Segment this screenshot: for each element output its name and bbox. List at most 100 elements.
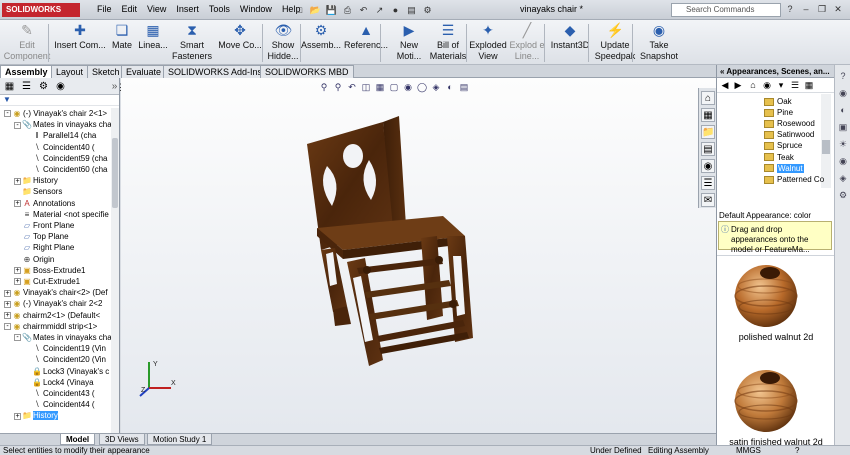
tree-item[interactable]: ∖ Coincident60 (cha	[0, 164, 112, 175]
tab-evaluate[interactable]: Evaluate	[121, 65, 167, 78]
list-view-icon[interactable]: ☰	[789, 79, 801, 91]
print-icon[interactable]: ⎙	[340, 3, 355, 17]
tab-addins[interactable]: SOLIDWORKS Add-Ins	[163, 65, 268, 78]
restore-icon[interactable]: ❐	[816, 3, 828, 16]
cmd-explode-line-button[interactable]: ╱ Explod e Line...	[508, 20, 546, 65]
menu-tools[interactable]: Tools	[204, 0, 235, 20]
sidebar-render-icon[interactable]: ◈	[837, 172, 849, 184]
dropdown-icon[interactable]: ▾	[775, 79, 787, 91]
tree-item[interactable]: - ◉ chairmmiddl strip<1>	[0, 321, 112, 332]
tree-item[interactable]: + ◉ (-) Vinayak's chair 2<2	[0, 298, 112, 309]
appearances-icon[interactable]: ◉	[701, 159, 715, 173]
file-properties-icon[interactable]: ▤	[404, 3, 419, 17]
tab-3d-views[interactable]: 3D Views	[99, 434, 145, 445]
cmd-reference-geometry-button[interactable]: ▲ Referenc...	[342, 20, 390, 65]
edit-appearance-icon[interactable]: ◈	[430, 81, 442, 93]
view-orientation-icon[interactable]: ▢	[388, 81, 400, 93]
wood-folder-item[interactable]: Oak	[764, 96, 792, 107]
view-palette-icon[interactable]: ▤	[701, 142, 715, 156]
sidebar-settings-icon[interactable]: ⚙	[837, 189, 849, 201]
tree-item[interactable]: ∖ Coincident40 (	[0, 142, 112, 153]
wood-folder-item[interactable]: Rosewood	[764, 118, 815, 129]
expand-icon[interactable]: +	[14, 267, 21, 275]
expand-icon[interactable]: +	[14, 199, 21, 207]
tree-item[interactable]: - ◉ (-) Vinayak's chair 2<1>	[0, 108, 112, 119]
cmd-instant3d-button[interactable]: ◆ Instant3D	[546, 20, 594, 65]
wood-folder-item[interactable]: Pine	[764, 107, 793, 118]
cmd-bill-of-materials-button[interactable]: ☰ Bill of Materials	[428, 20, 468, 65]
cmd-edit-component-button[interactable]: ✎ Edit Component	[2, 20, 52, 65]
status-help-icon[interactable]: ?	[795, 446, 799, 455]
cmd-take-snapshot-button[interactable]: ◉ Take Snapshot	[636, 20, 682, 65]
expand-icon[interactable]: +	[4, 311, 11, 319]
appearance-sphere-icon[interactable]: ◉	[761, 79, 773, 91]
tree-item[interactable]: ⊕ Origin	[0, 254, 112, 265]
zoom-to-area-icon[interactable]: ⚲	[332, 81, 344, 93]
status-units[interactable]: MMGS	[736, 446, 761, 455]
sidebar-help-icon[interactable]: ?	[837, 70, 849, 82]
graphics-area[interactable]: Y X Z	[121, 78, 716, 433]
collapse-icon[interactable]: «	[720, 67, 724, 76]
tree-item[interactable]: 📁Sensors	[0, 186, 112, 197]
tree-item[interactable]: ∖ Coincident19 (Vin	[0, 343, 112, 354]
design-library-icon[interactable]: ▦	[701, 108, 715, 122]
tree-item[interactable]: + ▣ Boss-Extrude1	[0, 265, 112, 276]
expand-icon[interactable]: +	[14, 177, 21, 185]
view-settings-icon[interactable]: ▤	[458, 81, 470, 93]
back-icon[interactable]: ◀	[719, 79, 731, 91]
solidworks-resources-icon[interactable]: ⌂	[701, 91, 715, 105]
wood-folder-item[interactable]: Teak	[764, 152, 794, 163]
open-icon[interactable]: 📂	[308, 3, 323, 17]
expand-icon[interactable]: +	[4, 289, 11, 297]
appearance-swatch-1[interactable]	[731, 259, 801, 329]
close-icon[interactable]: ✕	[832, 3, 844, 16]
tree-item[interactable]: + ◉ chairm2<1> (Default<	[0, 310, 112, 321]
expand-icon[interactable]: +	[4, 300, 11, 308]
tab-mbd[interactable]: SOLIDWORKS MBD	[260, 65, 354, 78]
dynamic-annotation-icon[interactable]: ▦	[374, 81, 386, 93]
tab-layout[interactable]: Layout	[51, 65, 89, 78]
minimize-icon[interactable]: –	[800, 3, 812, 16]
wood-folder-item[interactable]: Spruce	[764, 140, 802, 151]
sidebar-scene-icon[interactable]: ◐	[837, 104, 849, 116]
home-icon[interactable]: ⌂	[747, 79, 759, 91]
expand-icon[interactable]: +	[14, 412, 21, 420]
cmd-exploded-view-button[interactable]: ✦ Exploded View	[468, 20, 508, 65]
file-explorer-icon[interactable]: 📁	[701, 125, 715, 139]
cmd-new-motion-study-button[interactable]: ▶ New Moti...	[390, 20, 428, 65]
cmd-linear-pattern-button[interactable]: ▦ Linea...	[136, 20, 170, 65]
solidworks-logo[interactable]: SOLIDWORKS	[2, 3, 80, 17]
tree-item[interactable]: ≡ Material <not specifie	[0, 209, 112, 220]
tab-model[interactable]: Model	[60, 434, 96, 445]
tree-item[interactable]: 🔒Lock4 (Vinaya	[0, 377, 112, 388]
tree-item[interactable]: - 📎Mates in vinayaks chai	[0, 119, 112, 130]
property-manager-tab-icon[interactable]: ☰	[20, 80, 33, 93]
cmd-move-component-button[interactable]: ✥ Move Co...	[214, 20, 266, 65]
tree-item[interactable]: ▱ Front Plane	[0, 220, 112, 231]
configuration-tab-icon[interactable]: ⚙	[37, 80, 50, 93]
custom-properties-icon[interactable]: ☰	[701, 176, 715, 190]
tree-filter[interactable]: ▼	[0, 95, 119, 106]
display-style-icon[interactable]: ◉	[402, 81, 414, 93]
wood-folder-item[interactable]: Patterned Co	[764, 174, 824, 185]
tree-item[interactable]: ‖ Parallel14 (cha	[0, 130, 112, 141]
tab-sketch[interactable]: Sketch	[87, 65, 125, 78]
apply-scene-icon[interactable]: ◐	[444, 81, 456, 93]
new-document-icon[interactable]: □	[292, 3, 307, 17]
tab-assembly[interactable]: Assembly	[0, 65, 53, 78]
tree-item[interactable]: - 📎Mates in vinayaks chai	[0, 332, 112, 343]
feature-tree-tab-icon[interactable]: ▦	[3, 80, 16, 93]
filter-icon[interactable]: ▼	[3, 95, 11, 104]
save-icon[interactable]: 💾	[324, 3, 339, 17]
thumbnail-view-icon[interactable]: ▦	[803, 79, 815, 91]
tree-item[interactable]: ∖ Coincident59 (cha	[0, 153, 112, 164]
display-manager-tab-icon[interactable]: ◉	[54, 80, 67, 93]
cmd-insert-component-button[interactable]: ✚ Insert Com...	[52, 20, 108, 65]
undo-icon[interactable]: ↶	[356, 3, 371, 17]
tab-motion-study[interactable]: Motion Study 1	[147, 434, 213, 445]
tree-item[interactable]: ▱ Right Plane	[0, 242, 112, 253]
collapse-tree-icon[interactable]: -	[4, 110, 11, 118]
tree-item[interactable]: + ◉ Vinayak's chair<2> (Def	[0, 287, 112, 298]
sidebar-camera-icon[interactable]: ◉	[837, 155, 849, 167]
feature-tree-scrollbar[interactable]	[111, 108, 119, 433]
